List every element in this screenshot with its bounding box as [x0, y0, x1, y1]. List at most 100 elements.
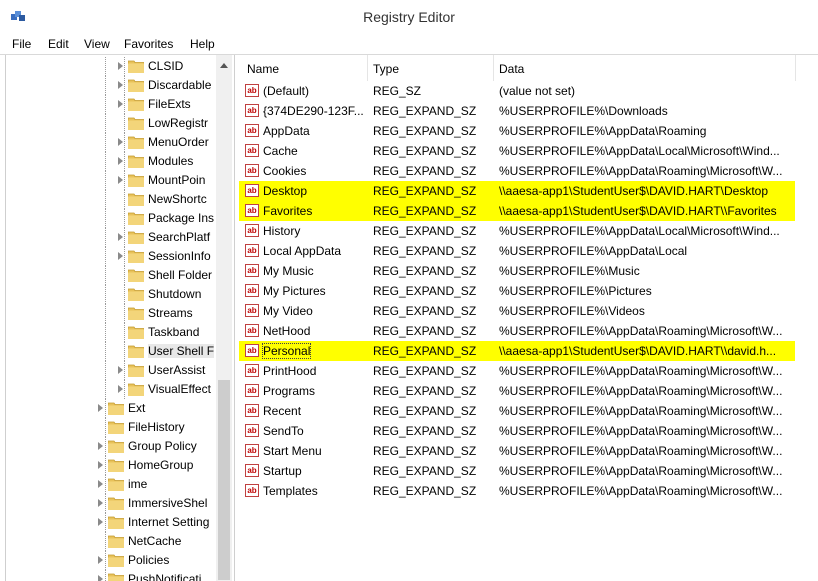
value-row[interactable]: ab My Video REG_EXPAND_SZ %USERPROFILE%\Vid… — [237, 301, 818, 321]
tree-item[interactable]: PushNotificati — [6, 570, 234, 581]
tree-item[interactable]: FileHistory — [6, 418, 234, 437]
tree-item-label: PushNotificati — [128, 572, 202, 581]
expand-arrow-icon[interactable] — [118, 176, 123, 184]
tree-item[interactable]: Shutdown — [6, 285, 234, 304]
value-row[interactable]: ab Templates REG_EXPAND_SZ %USERPROFILE%\Ap… — [237, 481, 818, 501]
tree-item[interactable]: NewShortc — [6, 190, 234, 209]
tree-item[interactable]: Taskband — [6, 323, 234, 342]
expand-arrow-icon[interactable] — [98, 556, 103, 564]
value-row[interactable]: ab Startup REG_EXPAND_SZ %USERPROFILE%\AppD… — [237, 461, 818, 481]
expand-arrow-icon[interactable] — [98, 518, 103, 526]
tree-item[interactable]: CLSID — [6, 57, 234, 76]
column-header-name[interactable]: Name — [247, 62, 279, 76]
string-value-icon: ab — [245, 404, 259, 417]
column-divider[interactable] — [493, 55, 494, 81]
value-row[interactable]: ab AppData REG_EXPAND_SZ %USERPROFILE%\AppD… — [237, 121, 818, 141]
tree-item[interactable]: User Shell F — [6, 342, 234, 361]
folder-icon — [127, 249, 145, 264]
tree-item[interactable]: UserAssist — [6, 361, 234, 380]
column-divider[interactable] — [795, 55, 796, 81]
expand-arrow-icon[interactable] — [98, 442, 103, 450]
tree-item-label: Shell Folder — [148, 268, 213, 282]
tree-item[interactable]: Modules — [6, 152, 234, 171]
value-row[interactable]: ab SendTo REG_EXPAND_SZ %USERPROFILE%\AppDa… — [237, 421, 818, 441]
value-row[interactable]: ab Cache REG_EXPAND_SZ %USERPROFILE%\AppDat… — [237, 141, 818, 161]
tree-item[interactable]: HomeGroup — [6, 456, 234, 475]
tree-item[interactable]: SearchPlatf — [6, 228, 234, 247]
tree-item[interactable]: ime — [6, 475, 234, 494]
value-row[interactable]: ab (Default) REG_SZ (value not set) — [237, 81, 818, 101]
value-row[interactable]: ab Local AppData REG_EXPAND_SZ %USERPROFILE… — [237, 241, 818, 261]
tree-item[interactable]: Discardable — [6, 76, 234, 95]
tree-item-label: Discardable — [148, 78, 212, 92]
tree-guide-line — [105, 456, 106, 475]
expand-arrow-icon[interactable] — [118, 233, 123, 241]
value-name: My Video — [263, 304, 313, 318]
value-row[interactable]: ab History REG_EXPAND_SZ %USERPROFILE%\AppD… — [237, 221, 818, 241]
string-value-icon: ab — [245, 324, 259, 337]
value-row[interactable]: ab Personal REG_EXPAND_SZ \\aaesa-app1\Stud… — [237, 341, 818, 361]
menu-edit[interactable]: Edit — [48, 37, 69, 51]
expand-arrow-icon[interactable] — [98, 480, 103, 488]
expand-arrow-icon[interactable] — [98, 461, 103, 469]
value-row[interactable]: ab PrintHood REG_EXPAND_SZ %USERPROFILE%\Ap… — [237, 361, 818, 381]
value-row[interactable]: ab My Music REG_EXPAND_SZ %USERPROFILE%\Mus… — [237, 261, 818, 281]
tree-item[interactable]: VisualEffect — [6, 380, 234, 399]
tree-item[interactable]: SessionInfo — [6, 247, 234, 266]
folder-icon — [127, 97, 145, 112]
tree-item[interactable]: LowRegistr — [6, 114, 234, 133]
expand-arrow-icon[interactable] — [118, 366, 123, 374]
tree-guide-line — [124, 190, 125, 209]
tree-item[interactable]: MountPoin — [6, 171, 234, 190]
menu-favorites[interactable]: Favorites — [124, 37, 173, 51]
tree-item-label: NetCache — [128, 534, 182, 548]
value-name: SendTo — [263, 424, 304, 438]
tree-item[interactable]: Policies — [6, 551, 234, 570]
expand-arrow-icon[interactable] — [118, 138, 123, 146]
tree-item[interactable]: Shell Folder — [6, 266, 234, 285]
tree-scrollbar[interactable] — [216, 55, 232, 581]
column-header-data[interactable]: Data — [499, 62, 524, 76]
expand-arrow-icon[interactable] — [98, 404, 103, 412]
value-row[interactable]: ab Cookies REG_EXPAND_SZ %USERPROFILE%\AppD… — [237, 161, 818, 181]
tree-item[interactable]: ImmersiveShel — [6, 494, 234, 513]
menu-view[interactable]: View — [84, 37, 110, 51]
tree-item[interactable]: Package Ins — [6, 209, 234, 228]
expand-arrow-icon[interactable] — [118, 157, 123, 165]
value-data: %USERPROFILE%\AppData\Roaming — [499, 124, 707, 138]
tree-item[interactable]: Group Policy — [6, 437, 234, 456]
value-row[interactable]: ab Recent REG_EXPAND_SZ %USERPROFILE%\AppDa… — [237, 401, 818, 421]
expand-arrow-icon[interactable] — [118, 385, 123, 393]
expand-arrow-icon[interactable] — [118, 252, 123, 260]
value-row[interactable]: ab NetHood REG_EXPAND_SZ %USERPROFILE%\AppD… — [237, 321, 818, 341]
value-type: REG_EXPAND_SZ — [373, 304, 477, 318]
scroll-up-arrow-icon[interactable] — [220, 63, 228, 68]
expand-arrow-icon[interactable] — [118, 100, 123, 108]
column-divider[interactable] — [367, 55, 368, 81]
menu-help[interactable]: Help — [190, 37, 215, 51]
expand-arrow-icon[interactable] — [118, 62, 123, 70]
expand-arrow-icon[interactable] — [98, 499, 103, 507]
tree-guide-line — [105, 380, 106, 399]
tree-item[interactable]: Ext — [6, 399, 234, 418]
value-data: %USERPROFILE%\AppData\Local\Microsoft\Wi… — [499, 144, 780, 158]
value-row[interactable]: ab Start Menu REG_EXPAND_SZ %USERPROFILE%\A… — [237, 441, 818, 461]
tree-item[interactable]: MenuOrder — [6, 133, 234, 152]
folder-icon — [107, 439, 125, 454]
menu-file[interactable]: File — [12, 37, 31, 51]
value-row[interactable]: ab Desktop REG_EXPAND_SZ \\aaesa-app1\Stude… — [237, 181, 818, 201]
value-row[interactable]: ab My Pictures REG_EXPAND_SZ %USERPROFILE%\… — [237, 281, 818, 301]
tree-item[interactable]: NetCache — [6, 532, 234, 551]
expand-arrow-icon[interactable] — [98, 575, 103, 581]
tree-item[interactable]: FileExts — [6, 95, 234, 114]
value-row[interactable]: ab Programs REG_EXPAND_SZ %USERPROFILE%\App… — [237, 381, 818, 401]
tree-item[interactable]: Streams — [6, 304, 234, 323]
column-header-type[interactable]: Type — [373, 62, 399, 76]
value-name: My Pictures — [263, 284, 326, 298]
scroll-thumb[interactable] — [218, 380, 230, 580]
value-row[interactable]: ab {374DE290-123F... REG_EXPAND_SZ %USERPRO… — [237, 101, 818, 121]
value-row[interactable]: ab Favorites REG_EXPAND_SZ \\aaesa-app1\Stu… — [237, 201, 818, 221]
registry-tree[interactable]: CLSID Discardable FileExts LowRegistr MenuOr… — [5, 55, 235, 581]
expand-arrow-icon[interactable] — [118, 81, 123, 89]
tree-item[interactable]: Internet Setting — [6, 513, 234, 532]
